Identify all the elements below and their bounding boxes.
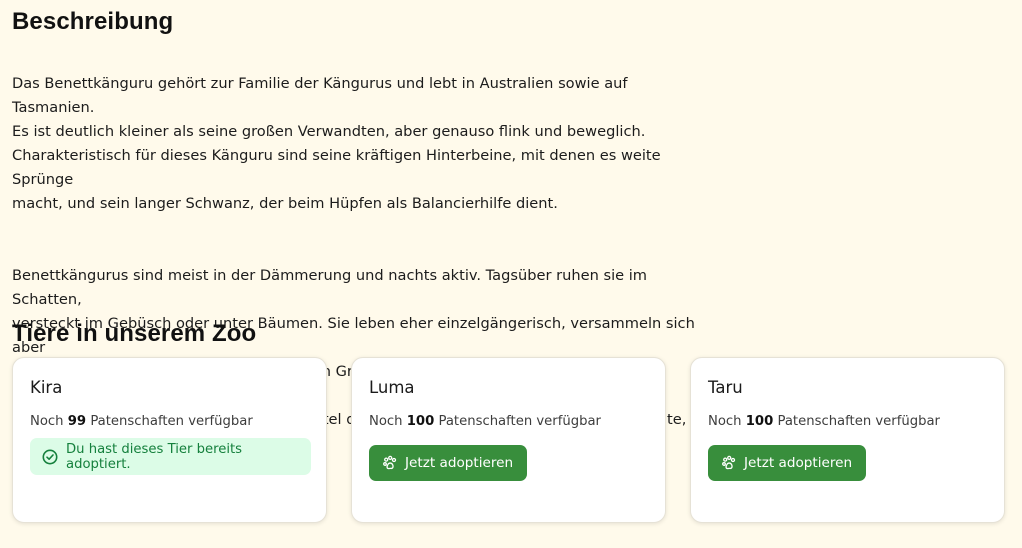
count-value: 100 [406,414,435,429]
count-suffix: Patenschaften verfügbar [438,414,601,429]
sponsorship-count: Noch 100 Patenschaften verfügbar [708,414,987,429]
adopted-message: Du hast dieses Tier bereits adoptiert. [66,441,243,472]
paw-icon [383,455,397,470]
paw-icon [722,455,736,470]
check-circle-icon [42,449,58,464]
description-paragraph-1: Das Benettkänguru gehört zur Familie der… [12,75,661,212]
animal-card-taru: Taru Noch 100 Patenschaften verfügbar Je… [690,357,1005,523]
animal-card-kira: Kira Noch 99 Patenschaften verfügbar Du … [12,357,327,523]
count-prefix: Noch [30,414,64,429]
description-title: Beschreibung [12,8,174,35]
count-value: 100 [745,414,774,429]
count-suffix: Patenschaften verfügbar [90,414,253,429]
page: Beschreibung Das Benettkänguru gehört zu… [0,0,1022,548]
count-prefix: Noch [708,414,742,429]
animal-name: Luma [369,378,415,397]
adopt-button-label: Jetzt adoptieren [405,455,514,471]
adopt-button-label: Jetzt adoptieren [744,455,853,471]
count-value: 99 [67,414,87,429]
animal-card-list: Kira Noch 99 Patenschaften verfügbar Du … [12,357,1005,523]
zoo-section-title: Tiere in unserem Zoo [12,320,257,347]
adopt-button-taru[interactable]: Jetzt adoptieren [708,445,867,481]
count-prefix: Noch [369,414,403,429]
animal-card-luma: Luma Noch 100 Patenschaften verfügbar Je… [351,357,666,523]
adopted-notice: Du hast dieses Tier bereits adoptiert. [30,438,311,475]
sponsorship-count: Noch 99 Patenschaften verfügbar [30,414,309,429]
animal-name: Taru [708,378,743,397]
adopt-button-luma[interactable]: Jetzt adoptieren [369,445,528,481]
sponsorship-count: Noch 100 Patenschaften verfügbar [369,414,648,429]
count-suffix: Patenschaften verfügbar [777,414,940,429]
animal-name: Kira [30,378,63,397]
